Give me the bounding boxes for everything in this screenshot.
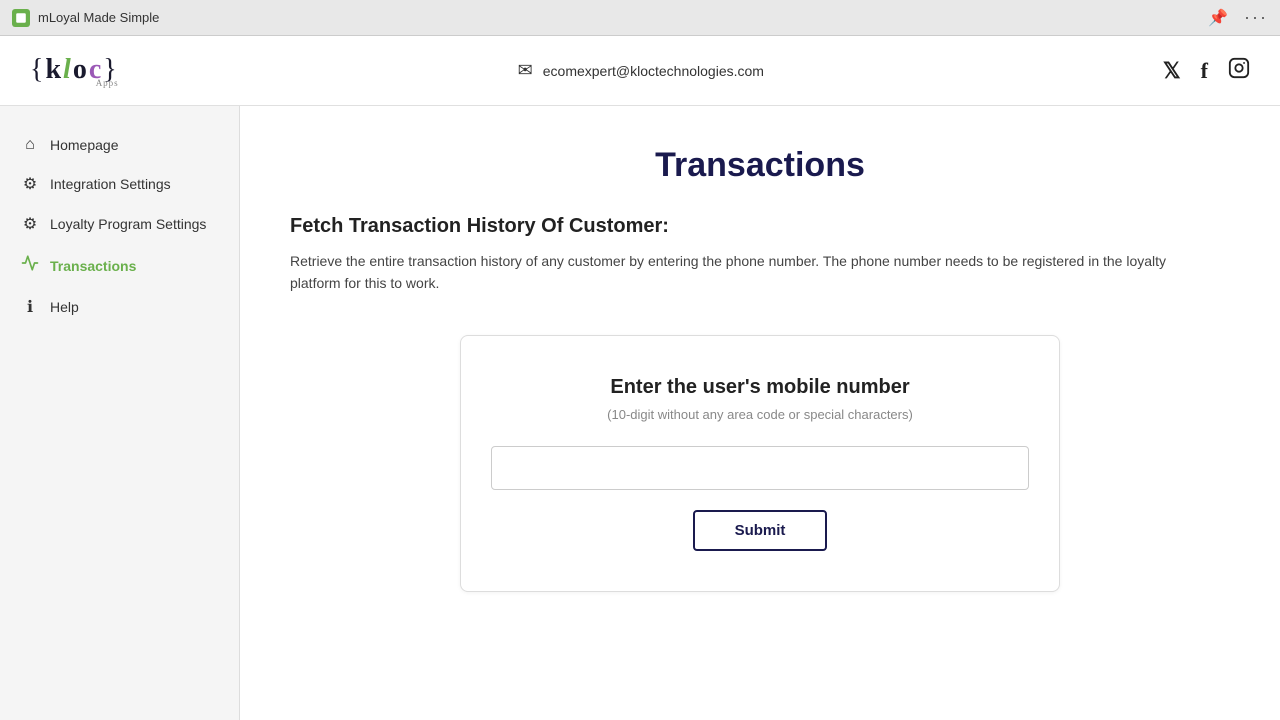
card-subtitle: (10-digit without any area code or speci… [491, 407, 1029, 422]
browser-bar: mLoyal Made Simple 📌 ··· [0, 0, 1280, 36]
help-icon: ℹ [20, 297, 40, 317]
transactions-icon [20, 254, 40, 277]
main-layout: ⌂ Homepage ⚙ Integration Settings ⚙ Loya… [0, 106, 1280, 720]
section-description: Retrieve the entire transaction history … [290, 250, 1190, 295]
instagram-icon[interactable] [1228, 57, 1250, 85]
mobile-number-input[interactable] [491, 446, 1029, 490]
envelope-icon: ✉ [518, 60, 533, 81]
logo: {kloc}Apps [30, 54, 119, 88]
gear-icon-loyalty: ⚙ [20, 214, 40, 234]
sidebar-label-homepage: Homepage [50, 137, 119, 153]
home-icon: ⌂ [20, 136, 40, 154]
mobile-number-card: Enter the user's mobile number (10-digit… [460, 335, 1060, 592]
sidebar: ⌂ Homepage ⚙ Integration Settings ⚙ Loya… [0, 106, 240, 720]
browser-favicon [12, 9, 30, 27]
sidebar-item-transactions[interactable]: Transactions [0, 244, 239, 287]
sidebar-label-transactions: Transactions [50, 258, 136, 274]
pin-icon[interactable]: 📌 [1208, 8, 1228, 28]
sidebar-item-homepage[interactable]: ⌂ Homepage [0, 126, 239, 164]
browser-tab: mLoyal Made Simple [12, 9, 159, 27]
facebook-icon[interactable]: f [1201, 58, 1208, 84]
sidebar-item-loyalty-program-settings[interactable]: ⚙ Loyalty Program Settings [0, 204, 239, 244]
section-title: Fetch Transaction History Of Customer: [290, 215, 1230, 238]
header-social: 𝕏 f [1163, 57, 1250, 85]
sidebar-label-integration-settings: Integration Settings [50, 176, 171, 192]
card-title: Enter the user's mobile number [491, 376, 1029, 399]
more-icon[interactable]: ··· [1244, 7, 1268, 28]
sidebar-label-loyalty-program-settings: Loyalty Program Settings [50, 216, 206, 232]
gear-icon-integration: ⚙ [20, 174, 40, 194]
browser-tab-label: mLoyal Made Simple [38, 10, 159, 25]
app-header: {kloc}Apps ✉ ecomexpert@kloctechnologies… [0, 36, 1280, 106]
page-title: Transactions [290, 146, 1230, 185]
browser-actions: 📌 ··· [1208, 7, 1268, 28]
main-content: Transactions Fetch Transaction History O… [240, 106, 1280, 720]
submit-button[interactable]: Submit [693, 510, 828, 551]
sidebar-label-help: Help [50, 299, 79, 315]
sidebar-item-help[interactable]: ℹ Help [0, 287, 239, 327]
twitter-icon[interactable]: 𝕏 [1163, 58, 1181, 84]
header-email-address: ecomexpert@kloctechnologies.com [543, 63, 764, 79]
header-email-section: ✉ ecomexpert@kloctechnologies.com [518, 60, 764, 81]
sidebar-item-integration-settings[interactable]: ⚙ Integration Settings [0, 164, 239, 204]
